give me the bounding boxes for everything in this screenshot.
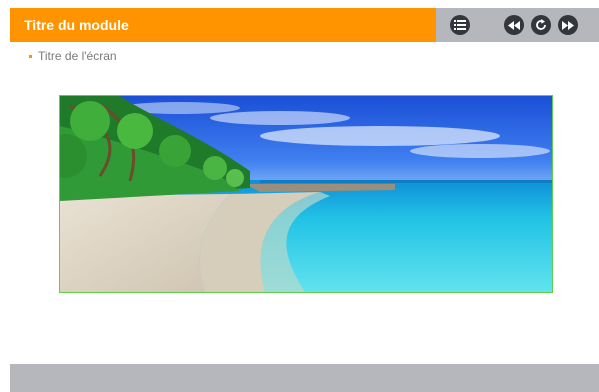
menu-list-icon — [454, 20, 466, 30]
reload-icon — [535, 19, 547, 31]
navigation-controls — [436, 8, 599, 42]
module-header: Titre du module — [10, 8, 599, 42]
rewind-icon — [508, 20, 520, 30]
screen-title-row: Titre de l'écran — [29, 49, 117, 63]
module-title-bar: Titre du module — [10, 8, 436, 42]
bullet-icon — [29, 55, 32, 58]
bottom-toolbar — [10, 364, 599, 392]
screen-title: Titre de l'écran — [38, 49, 117, 63]
menu-button[interactable] — [450, 15, 470, 35]
next-button[interactable] — [558, 15, 578, 35]
beach-image — [59, 95, 553, 293]
fast-forward-icon — [562, 20, 574, 30]
module-title: Titre du module — [24, 17, 129, 33]
left-margin — [0, 0, 10, 392]
previous-button[interactable] — [504, 15, 524, 35]
reload-button[interactable] — [531, 15, 551, 35]
